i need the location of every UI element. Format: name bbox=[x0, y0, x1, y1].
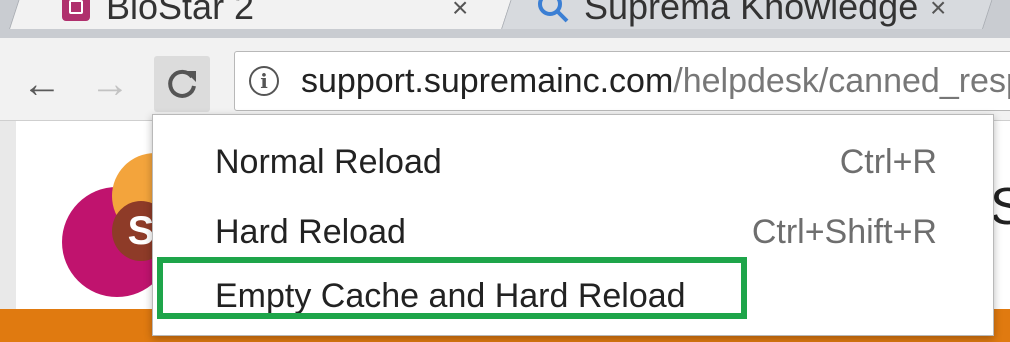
forward-button[interactable]: → bbox=[82, 56, 138, 112]
highlight-annotation-box bbox=[157, 257, 747, 319]
menu-item-shortcut: Ctrl+Shift+R bbox=[751, 213, 937, 251]
menu-item-label: Hard Reload bbox=[215, 213, 406, 251]
biostar-favicon-icon bbox=[62, 0, 90, 21]
tab-title: BioStar 2 bbox=[106, 0, 255, 27]
reload-context-menu: Normal Reload Ctrl+R Hard Reload Ctrl+Sh… bbox=[152, 114, 994, 336]
menu-item-normal-reload[interactable]: Normal Reload Ctrl+R bbox=[153, 129, 995, 191]
info-icon[interactable]: i bbox=[249, 66, 279, 96]
reload-icon bbox=[168, 69, 196, 98]
url-host: support.supremainc.com bbox=[301, 61, 674, 100]
tab-suprema-content: Suprema Knowledge bbox=[536, 0, 936, 28]
search-favicon-icon bbox=[538, 0, 569, 23]
logo-letter: S bbox=[127, 208, 155, 253]
tab-biostar-content: BioStar 2 bbox=[62, 0, 482, 28]
url-path: /helpdesk/canned_resp bbox=[673, 61, 1010, 100]
menu-item-hard-reload[interactable]: Hard Reload Ctrl+Shift+R bbox=[153, 199, 995, 261]
address-bar[interactable]: i support.supremainc.com/helpdesk/canned… bbox=[234, 51, 1010, 111]
browser-toolbar: ← → i support.supremainc.com/helpdesk/ca… bbox=[0, 38, 1010, 121]
menu-item-label: Normal Reload bbox=[215, 143, 442, 181]
tab-close-icon[interactable]: × bbox=[930, 0, 946, 24]
tab-strip: BioStar 2 × Suprema Knowledge × bbox=[0, 0, 1010, 38]
menu-item-shortcut: Ctrl+R bbox=[839, 143, 937, 181]
tab-close-icon[interactable]: × bbox=[452, 0, 468, 24]
forward-arrow-icon: → bbox=[90, 61, 130, 106]
tab-title: Suprema Knowledge bbox=[584, 0, 919, 27]
back-arrow-icon: ← bbox=[22, 61, 62, 106]
back-button[interactable]: ← bbox=[14, 56, 70, 112]
reload-button[interactable] bbox=[154, 56, 210, 112]
